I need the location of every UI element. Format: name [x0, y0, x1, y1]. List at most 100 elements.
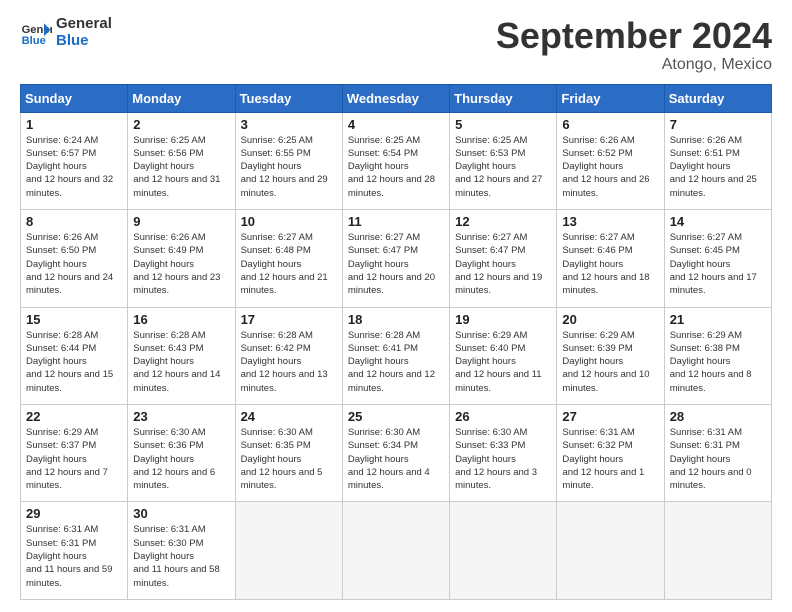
cell-content: Sunrise: 6:30 AMSunset: 6:35 PMDaylight …	[241, 427, 323, 491]
title-block: September 2024 Atongo, Mexico	[496, 16, 772, 74]
day-number: 11	[348, 214, 444, 229]
day-number: 25	[348, 409, 444, 424]
day-number: 26	[455, 409, 551, 424]
calendar-cell: 20 Sunrise: 6:29 AMSunset: 6:39 PMDaylig…	[557, 307, 664, 404]
cell-content: Sunrise: 6:29 AMSunset: 6:37 PMDaylight …	[26, 427, 108, 491]
calendar-cell: 11 Sunrise: 6:27 AMSunset: 6:47 PMDaylig…	[342, 210, 449, 307]
cell-content: Sunrise: 6:26 AMSunset: 6:50 PMDaylight …	[26, 232, 113, 296]
day-number: 9	[133, 214, 229, 229]
calendar-table: SundayMondayTuesdayWednesdayThursdayFrid…	[20, 84, 772, 600]
day-number: 7	[670, 117, 766, 132]
calendar-cell: 22 Sunrise: 6:29 AMSunset: 6:37 PMDaylig…	[21, 405, 128, 502]
day-number: 13	[562, 214, 658, 229]
calendar-cell: 13 Sunrise: 6:27 AMSunset: 6:46 PMDaylig…	[557, 210, 664, 307]
cell-content: Sunrise: 6:25 AMSunset: 6:54 PMDaylight …	[348, 135, 435, 199]
cell-content: Sunrise: 6:25 AMSunset: 6:53 PMDaylight …	[455, 135, 542, 199]
day-number: 20	[562, 312, 658, 327]
cell-content: Sunrise: 6:28 AMSunset: 6:42 PMDaylight …	[241, 330, 328, 394]
day-number: 6	[562, 117, 658, 132]
day-number: 3	[241, 117, 337, 132]
day-header-sunday: Sunday	[21, 84, 128, 112]
day-number: 27	[562, 409, 658, 424]
cell-content: Sunrise: 6:31 AMSunset: 6:32 PMDaylight …	[562, 427, 644, 491]
calendar-header-row: SundayMondayTuesdayWednesdayThursdayFrid…	[21, 84, 772, 112]
calendar-cell	[557, 502, 664, 600]
cell-content: Sunrise: 6:30 AMSunset: 6:36 PMDaylight …	[133, 427, 215, 491]
day-number: 23	[133, 409, 229, 424]
day-number: 15	[26, 312, 122, 327]
calendar-cell: 5 Sunrise: 6:25 AMSunset: 6:53 PMDayligh…	[450, 112, 557, 209]
svg-text:Blue: Blue	[22, 35, 46, 47]
cell-content: Sunrise: 6:26 AMSunset: 6:49 PMDaylight …	[133, 232, 220, 296]
day-number: 2	[133, 117, 229, 132]
day-number: 24	[241, 409, 337, 424]
cell-content: Sunrise: 6:24 AMSunset: 6:57 PMDaylight …	[26, 135, 113, 199]
calendar-cell: 6 Sunrise: 6:26 AMSunset: 6:52 PMDayligh…	[557, 112, 664, 209]
day-number: 4	[348, 117, 444, 132]
calendar-cell: 16 Sunrise: 6:28 AMSunset: 6:43 PMDaylig…	[128, 307, 235, 404]
calendar-week-5: 29 Sunrise: 6:31 AMSunset: 6:31 PMDaylig…	[21, 502, 772, 600]
calendar-cell: 27 Sunrise: 6:31 AMSunset: 6:32 PMDaylig…	[557, 405, 664, 502]
day-number: 22	[26, 409, 122, 424]
calendar-cell: 26 Sunrise: 6:30 AMSunset: 6:33 PMDaylig…	[450, 405, 557, 502]
day-number: 1	[26, 117, 122, 132]
cell-content: Sunrise: 6:25 AMSunset: 6:56 PMDaylight …	[133, 135, 220, 199]
header: General Blue General Blue September 2024…	[20, 16, 772, 74]
calendar-cell: 18 Sunrise: 6:28 AMSunset: 6:41 PMDaylig…	[342, 307, 449, 404]
calendar-cell: 17 Sunrise: 6:28 AMSunset: 6:42 PMDaylig…	[235, 307, 342, 404]
cell-content: Sunrise: 6:31 AMSunset: 6:31 PMDaylight …	[26, 524, 112, 588]
calendar-cell: 30 Sunrise: 6:31 AMSunset: 6:30 PMDaylig…	[128, 502, 235, 600]
logo-blue-text: Blue	[56, 33, 112, 50]
cell-content: Sunrise: 6:27 AMSunset: 6:48 PMDaylight …	[241, 232, 328, 296]
calendar-cell: 24 Sunrise: 6:30 AMSunset: 6:35 PMDaylig…	[235, 405, 342, 502]
day-header-wednesday: Wednesday	[342, 84, 449, 112]
day-number: 21	[670, 312, 766, 327]
calendar-cell: 15 Sunrise: 6:28 AMSunset: 6:44 PMDaylig…	[21, 307, 128, 404]
cell-content: Sunrise: 6:29 AMSunset: 6:39 PMDaylight …	[562, 330, 649, 394]
logo: General Blue General Blue	[20, 16, 112, 49]
calendar-cell: 14 Sunrise: 6:27 AMSunset: 6:45 PMDaylig…	[664, 210, 771, 307]
calendar-cell: 21 Sunrise: 6:29 AMSunset: 6:38 PMDaylig…	[664, 307, 771, 404]
day-number: 8	[26, 214, 122, 229]
cell-content: Sunrise: 6:27 AMSunset: 6:45 PMDaylight …	[670, 232, 757, 296]
calendar-cell: 28 Sunrise: 6:31 AMSunset: 6:31 PMDaylig…	[664, 405, 771, 502]
cell-content: Sunrise: 6:30 AMSunset: 6:34 PMDaylight …	[348, 427, 430, 491]
cell-content: Sunrise: 6:31 AMSunset: 6:31 PMDaylight …	[670, 427, 752, 491]
day-number: 18	[348, 312, 444, 327]
cell-content: Sunrise: 6:31 AMSunset: 6:30 PMDaylight …	[133, 524, 219, 588]
cell-content: Sunrise: 6:26 AMSunset: 6:51 PMDaylight …	[670, 135, 757, 199]
day-number: 19	[455, 312, 551, 327]
cell-content: Sunrise: 6:27 AMSunset: 6:47 PMDaylight …	[348, 232, 435, 296]
calendar-cell: 19 Sunrise: 6:29 AMSunset: 6:40 PMDaylig…	[450, 307, 557, 404]
day-header-friday: Friday	[557, 84, 664, 112]
logo-icon: General Blue	[20, 17, 52, 49]
day-header-thursday: Thursday	[450, 84, 557, 112]
calendar-cell	[235, 502, 342, 600]
page: General Blue General Blue September 2024…	[0, 0, 792, 612]
calendar-cell: 7 Sunrise: 6:26 AMSunset: 6:51 PMDayligh…	[664, 112, 771, 209]
day-header-monday: Monday	[128, 84, 235, 112]
cell-content: Sunrise: 6:29 AMSunset: 6:40 PMDaylight …	[455, 330, 541, 394]
cell-content: Sunrise: 6:28 AMSunset: 6:44 PMDaylight …	[26, 330, 113, 394]
calendar-cell: 12 Sunrise: 6:27 AMSunset: 6:47 PMDaylig…	[450, 210, 557, 307]
day-number: 28	[670, 409, 766, 424]
calendar-cell: 9 Sunrise: 6:26 AMSunset: 6:49 PMDayligh…	[128, 210, 235, 307]
calendar-cell: 2 Sunrise: 6:25 AMSunset: 6:56 PMDayligh…	[128, 112, 235, 209]
cell-content: Sunrise: 6:28 AMSunset: 6:41 PMDaylight …	[348, 330, 435, 394]
cell-content: Sunrise: 6:25 AMSunset: 6:55 PMDaylight …	[241, 135, 328, 199]
cell-content: Sunrise: 6:29 AMSunset: 6:38 PMDaylight …	[670, 330, 752, 394]
month-title: September 2024	[496, 16, 772, 56]
calendar-cell	[450, 502, 557, 600]
day-number: 16	[133, 312, 229, 327]
cell-content: Sunrise: 6:27 AMSunset: 6:47 PMDaylight …	[455, 232, 542, 296]
calendar-week-4: 22 Sunrise: 6:29 AMSunset: 6:37 PMDaylig…	[21, 405, 772, 502]
calendar-cell: 23 Sunrise: 6:30 AMSunset: 6:36 PMDaylig…	[128, 405, 235, 502]
calendar-cell	[664, 502, 771, 600]
day-number: 17	[241, 312, 337, 327]
day-number: 12	[455, 214, 551, 229]
calendar-cell: 3 Sunrise: 6:25 AMSunset: 6:55 PMDayligh…	[235, 112, 342, 209]
calendar-cell: 4 Sunrise: 6:25 AMSunset: 6:54 PMDayligh…	[342, 112, 449, 209]
day-number: 30	[133, 506, 229, 521]
location: Atongo, Mexico	[496, 56, 772, 74]
day-number: 5	[455, 117, 551, 132]
